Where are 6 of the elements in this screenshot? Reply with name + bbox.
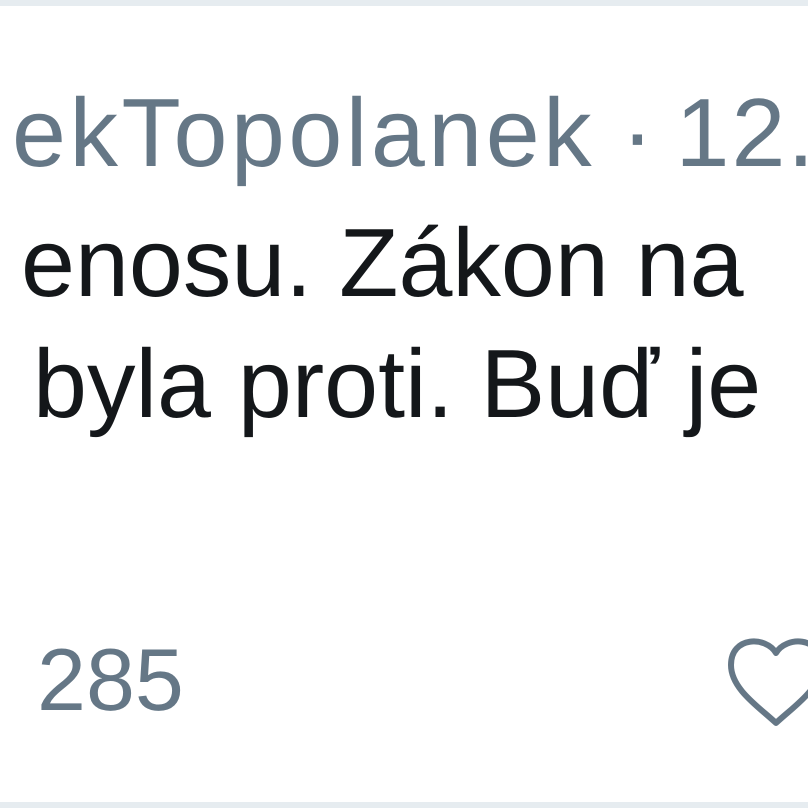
tweet-date[interactable]: 12. [676,72,808,193]
tweet-text-line: enosu. Zákon na [21,207,744,319]
tweet-text-line: byla proti. Buď je [33,328,762,440]
action-count: 285 [37,630,184,730]
separator-dot: · [621,77,654,189]
author-handle[interactable]: ekTopolanek [12,72,596,193]
